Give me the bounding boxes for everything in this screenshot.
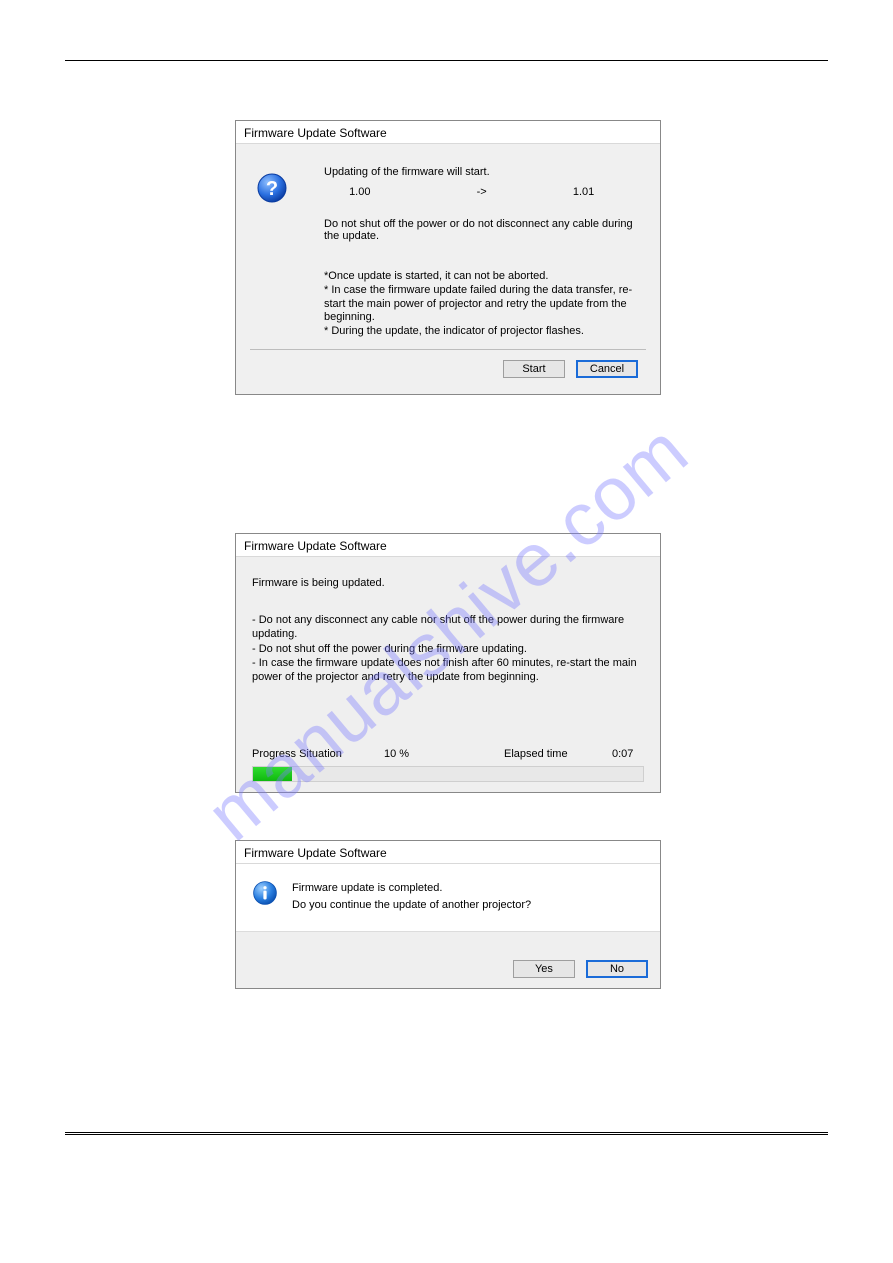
- version-line: 1.00 -> 1.01: [324, 186, 642, 198]
- yes-button[interactable]: Yes: [513, 960, 575, 978]
- progress-status: Firmware is being updated.: [252, 577, 644, 589]
- svg-text:?: ?: [266, 178, 278, 200]
- progress-label: Progress Situation: [252, 748, 384, 760]
- dialog-update-progress: Firmware Update Software Firmware is bei…: [235, 533, 661, 793]
- info-icon: [252, 880, 278, 906]
- dialog-title: Firmware Update Software: [236, 121, 660, 144]
- note-line: * In case the firmware update failed dur…: [324, 284, 642, 325]
- dialog-title: Firmware Update Software: [236, 534, 660, 557]
- note-line: - In case the firmware update does not f…: [252, 656, 644, 685]
- elapsed-label: Elapsed time: [504, 748, 612, 760]
- note-line: * During the update, the indicator of pr…: [324, 325, 642, 339]
- version-to: 1.01: [573, 186, 594, 198]
- arrow-icon: ->: [477, 186, 487, 198]
- dialog-title: Firmware Update Software: [236, 841, 660, 864]
- version-from: 1.00: [349, 186, 370, 198]
- separator: [250, 349, 646, 350]
- note-line: *Once update is started, it can not be a…: [324, 270, 642, 284]
- elapsed-time: 0:07: [612, 748, 644, 760]
- question-icon: ?: [256, 172, 288, 204]
- note-line: - Do not any disconnect any cable nor sh…: [252, 613, 644, 642]
- page-bottom-rule: [65, 1132, 828, 1135]
- progress-percent: 10 %: [384, 748, 504, 760]
- complete-msg-2: Do you continue the update of another pr…: [292, 897, 531, 914]
- progress-bar: [252, 766, 644, 782]
- start-button[interactable]: Start: [503, 360, 565, 378]
- complete-msg-1: Firmware update is completed.: [292, 880, 531, 897]
- note-line: - Do not shut off the power during the f…: [252, 642, 644, 656]
- dialog-confirm-update: Firmware Update Software ?: [235, 120, 661, 395]
- power-warning: Do not shut off the power or do not disc…: [324, 218, 642, 242]
- progress-bar-fill: [253, 767, 292, 781]
- confirm-heading: Updating of the firmware will start.: [324, 166, 642, 178]
- no-button[interactable]: No: [586, 960, 648, 978]
- cancel-button[interactable]: Cancel: [576, 360, 638, 378]
- dialog-update-complete: Firmware Update Software: [235, 840, 661, 989]
- page-content: Firmware Update Software ?: [65, 60, 828, 1135]
